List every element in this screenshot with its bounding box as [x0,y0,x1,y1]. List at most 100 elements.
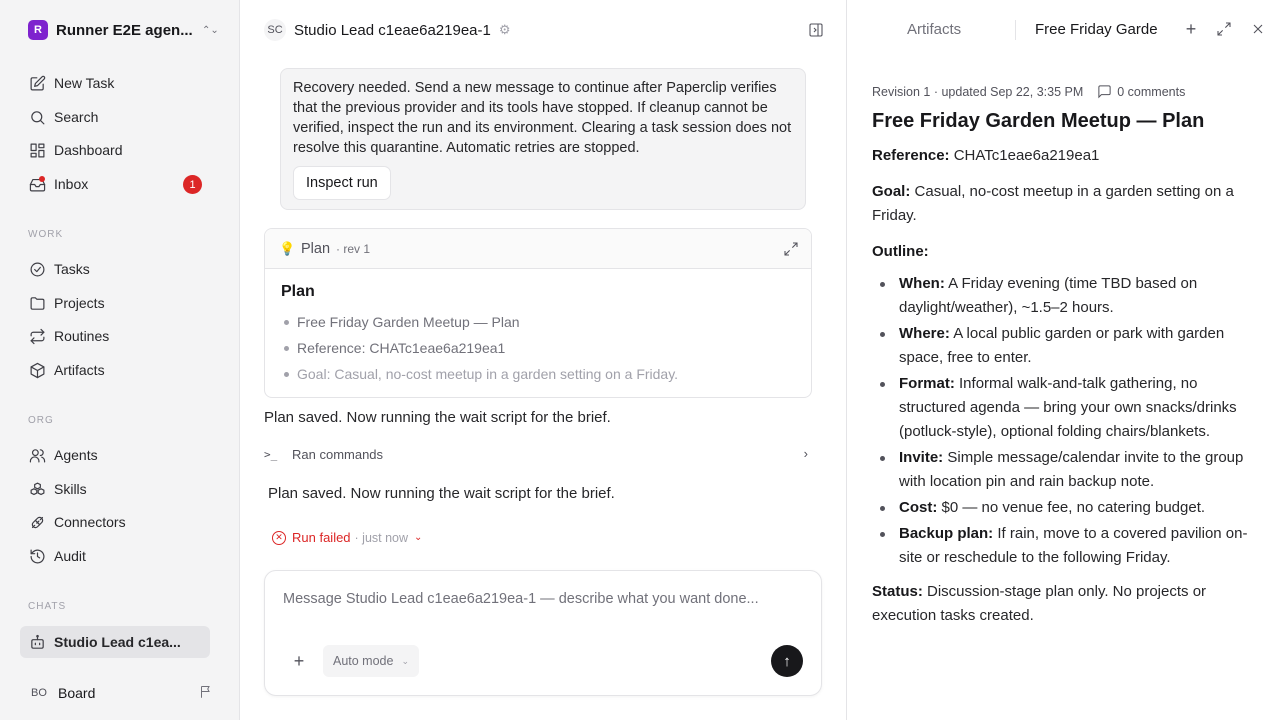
sidebar-item-routines[interactable]: Routines [20,321,210,351]
chat-header: SC Studio Lead c1eae6a219ea-1 ⚙ [264,16,824,44]
sidebar-item-label: Agents [54,447,98,463]
outline-item-label: Cost: [899,499,938,516]
section-heading-chats: CHATS [28,601,67,612]
close-icon[interactable] [1249,20,1267,38]
sidebar-item-projects[interactable]: Projects [20,288,210,318]
mode-select[interactable]: Auto mode ⌄ [323,645,420,677]
comments-button[interactable]: 0 comments [1097,84,1185,99]
section-heading-org: ORG [28,415,54,426]
revision-info: Revision 1 · updated Sep 22, 3:35 PM [872,84,1084,99]
expand-icon[interactable] [783,241,799,257]
outline-item-label: Format: [899,375,955,392]
chevron-down-icon: ⌄ [401,655,410,666]
user-name: Board [58,685,96,701]
reference-value: CHATc1eae6a219ea1 [953,147,1100,164]
tab-document[interactable]: Free Friday Garden Meetup — Plan [1035,21,1157,38]
plug-icon [28,513,46,531]
document-body: Free Friday Garden Meetup — Plan Referen… [872,108,1264,640]
comment-icon [1098,85,1111,99]
chevron-right-icon: › [803,446,808,461]
list-item: Where: A local public garden or park wit… [872,322,1264,370]
recovery-text: Recovery needed. Send a new message to c… [293,80,792,156]
goal-line: Goal: Casual, no-cost meetup in a garden… [872,180,1264,228]
inspect-run-button[interactable]: Inspect run [293,166,391,200]
panel-toggle-icon[interactable] [808,22,824,38]
ran-commands-toggle[interactable]: >_ Ran commands › [264,444,812,464]
lightbulb-icon: 💡 [279,240,296,256]
box-icon [28,361,46,379]
flag-icon[interactable] [199,684,214,702]
outline-list: When: A Friday evening (time TBD based o… [872,272,1264,570]
sidebar-item-label: Routines [54,328,110,344]
reference-line: Reference: CHATc1eae6a219ea1 [872,144,1264,168]
gear-icon[interactable]: ⚙ [499,22,511,38]
users-icon [28,446,46,464]
avatar: SC [264,19,286,41]
sidebar-item-dashboard[interactable]: Dashboard [20,135,210,165]
ran-commands-label: Ran commands [292,446,384,462]
check-circle-icon [28,260,46,278]
plan-card-header: 💡 Plan · rev 1 [265,229,811,269]
run-status-label: Run failed [292,530,351,545]
unread-dot [39,176,45,182]
list-item: Backup plan: If rain, move to a covered … [872,522,1264,570]
sidebar-item-label: Studio Lead c1ea... [54,634,181,650]
x-circle-icon: ✕ [272,530,286,545]
history-icon [28,547,46,565]
artifact-tabs: Artifacts Free Friday Garden Meetup — Pl… [847,14,1280,46]
sidebar-item-audit[interactable]: Audit [20,541,210,571]
sidebar-item-label: Projects [54,295,105,311]
tab-artifacts[interactable]: Artifacts [907,21,961,38]
sidebar-chat-studio-lead[interactable]: Studio Lead c1ea... [20,626,210,658]
reference-label: Reference: [872,147,950,164]
sidebar-item-inbox[interactable]: Inbox 1 [20,169,210,199]
message-input[interactable] [283,591,803,607]
inbox-count-badge: 1 [183,175,202,194]
chevron-down-icon: ⌄ [414,532,423,543]
list-item: When: A Friday evening (time TBD based o… [872,272,1264,320]
sidebar-item-agents[interactable]: Agents [20,440,210,470]
user-menu[interactable]: BO Board [28,682,214,704]
sidebar-item-label: Connectors [54,514,126,530]
run-status[interactable]: ✕ Run failed · just now ⌄ [272,530,422,545]
sidebar-item-tasks[interactable]: Tasks [20,254,210,284]
plus-icon[interactable]: + [1182,19,1200,39]
chevron-up-down-icon: ⌃⌄ [202,24,219,36]
workspace-logo: R [28,20,48,40]
outline-heading: Outline: [872,240,1264,264]
edit-icon [28,74,46,92]
sidebar-item-new-task[interactable]: New Task [20,68,210,98]
sidebar-item-connectors[interactable]: Connectors [20,507,210,537]
status-label: Status: [872,583,923,600]
recovery-notice: Recovery needed. Send a new message to c… [280,68,806,210]
mode-label: Auto mode [333,654,394,668]
sidebar-item-search[interactable]: Search [20,102,210,132]
send-button[interactable]: ↑ [771,645,803,677]
workspace-name: Runner E2E agen... [56,21,193,39]
run-status-time: · just now [354,530,409,545]
outline-item-label: When: [899,275,945,292]
sidebar-item-label: Audit [54,548,86,564]
plan-preview-list: Free Friday Garden Meetup — Plan Referen… [281,309,795,387]
dashboard-icon [28,141,46,159]
workspace-switcher[interactable]: R Runner E2E agen... ⌃⌄ [28,20,219,40]
maximize-icon[interactable] [1215,20,1233,38]
list-item: Free Friday Garden Meetup — Plan [281,309,795,335]
assistant-message: Plan saved. Now running the wait script … [264,409,611,426]
list-item: Goal: Casual, no-cost meetup in a garden… [281,361,795,387]
sidebar-item-label: New Task [54,75,115,91]
plan-title: Plan [281,283,315,300]
folder-icon [28,294,46,312]
outline-item-text: Simple message/calendar invite to the gr… [899,449,1244,490]
bot-icon [28,633,46,651]
document-meta: Revision 1 · updated Sep 22, 3:35 PM 0 c… [872,84,1185,99]
plus-icon[interactable]: + [291,651,307,671]
outline-item-label: Where: [899,325,950,342]
sidebar-item-artifacts[interactable]: Artifacts [20,355,210,385]
sidebar-item-skills[interactable]: Skills [20,474,210,504]
status-line: Status: Discussion-stage plan only. No p… [872,580,1264,628]
sidebar-item-label: Skills [54,481,87,497]
assistant-message: Plan saved. Now running the wait script … [268,485,615,502]
outline-item-label: Backup plan: [899,525,994,542]
message-composer: + Auto mode ⌄ ↑ [264,570,822,696]
